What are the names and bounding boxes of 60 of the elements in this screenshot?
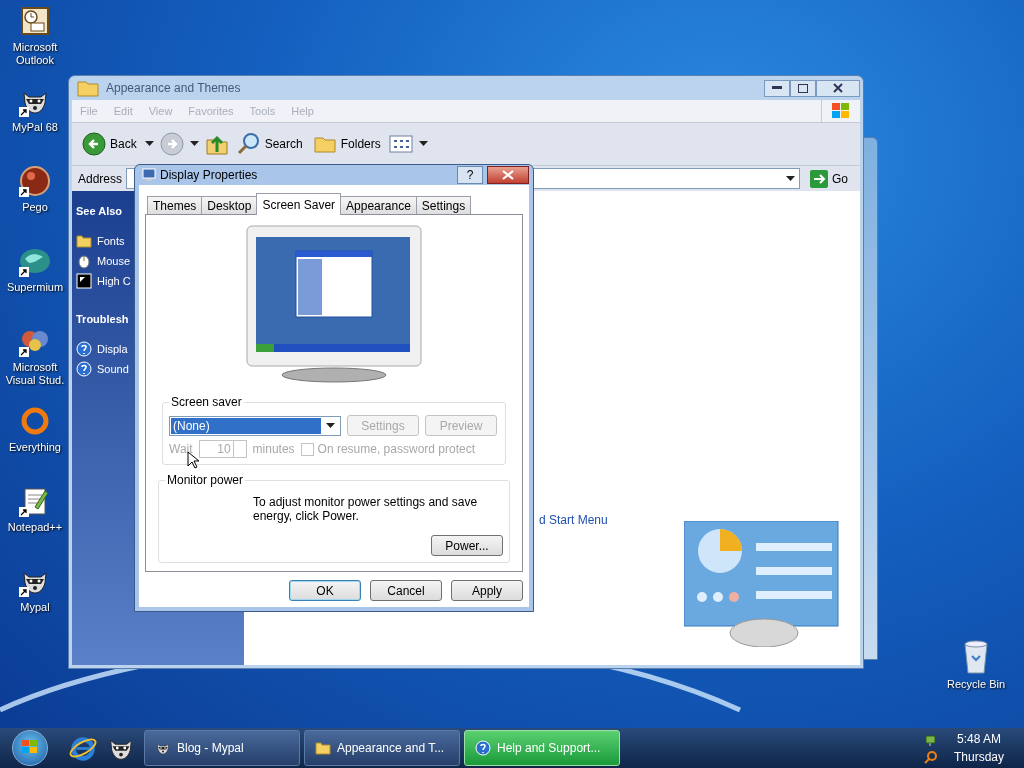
clock-day[interactable]: Thursday xyxy=(953,750,1004,764)
close-button[interactable] xyxy=(487,166,529,184)
start-button[interactable] xyxy=(12,730,48,766)
power-description: To adjust monitor power settings and save energy, click Power. xyxy=(253,495,479,523)
taskbar-button[interactable]: Appearance and T... xyxy=(304,730,460,766)
windows-logo-icon xyxy=(21,738,39,755)
desktop-icon-label[interactable]: Recycle Bin xyxy=(946,678,1006,691)
close-icon xyxy=(502,170,514,180)
help-icon xyxy=(475,740,491,756)
help-button[interactable]: ? xyxy=(457,166,483,184)
pane-heading: See Also xyxy=(76,205,124,217)
minutes-label: minutes xyxy=(252,442,295,456)
search-icon[interactable] xyxy=(923,749,938,764)
dialog-button[interactable]: Apply xyxy=(451,580,523,601)
tab[interactable]: Screen Saver xyxy=(256,193,342,215)
contrast-icon xyxy=(76,273,92,289)
window-title: Appearance and Themes xyxy=(106,81,242,95)
desktop-icon-label[interactable]: Mypal xyxy=(20,601,50,614)
caret-icon[interactable] xyxy=(786,175,795,182)
minimize-icon xyxy=(772,86,782,90)
maximize-icon xyxy=(798,83,808,93)
clock-time[interactable]: 5:48 AM xyxy=(953,732,1004,746)
caret-icon[interactable] xyxy=(325,422,335,429)
dialog-button[interactable]: OK xyxy=(289,580,361,601)
network-icon[interactable] xyxy=(923,732,938,747)
desktop-icon-label[interactable]: MyPal 68 xyxy=(12,121,58,134)
windows-logo-icon xyxy=(831,102,851,120)
screen-saver-dropdown[interactable]: (None) xyxy=(169,415,341,436)
desktop-icon-label[interactable]: Supermium xyxy=(6,281,64,294)
power-button[interactable]: Power... xyxy=(431,535,503,556)
desktop-icon-label[interactable]: Notepad++ xyxy=(7,521,63,534)
ring-icon xyxy=(19,405,51,437)
desktop-icon-label[interactable]: Microsoft Outlook xyxy=(3,41,67,67)
desktop-icon-label[interactable]: Everything xyxy=(9,441,61,454)
close-icon xyxy=(833,83,843,93)
dialog-title: Display Properties xyxy=(160,168,259,182)
mouse-cursor-icon xyxy=(187,451,199,469)
pane-heading: Troublesh xyxy=(76,313,129,325)
desktop-icon-label[interactable]: Pego xyxy=(22,201,48,214)
tab[interactable]: Desktop xyxy=(201,196,258,214)
clock-envelope-icon xyxy=(19,5,51,37)
trash-bin-icon xyxy=(961,640,991,674)
help-icon xyxy=(76,341,92,357)
wait-label: Wait xyxy=(169,442,193,456)
dialog-button[interactable]: Cancel xyxy=(370,580,442,601)
help-icon xyxy=(76,361,92,377)
tab[interactable]: Appearance xyxy=(340,196,417,214)
folder-icon xyxy=(76,233,92,249)
desktop-icon-label[interactable]: Microsoft Visual Stud. xyxy=(3,361,67,387)
group-label: Monitor power xyxy=(166,473,245,487)
mouse-icon xyxy=(76,253,92,269)
tab[interactable]: Settings xyxy=(415,196,472,214)
tab[interactable]: Themes xyxy=(147,196,203,214)
group-label: Screen saver xyxy=(170,395,243,409)
folder-icon xyxy=(315,740,331,756)
monitor-icon xyxy=(142,168,156,182)
taskbar-button[interactable]: Blog - Mypal xyxy=(144,730,300,766)
address-label: Address xyxy=(78,171,123,186)
search-icon[interactable] xyxy=(236,132,261,156)
raccoon-icon xyxy=(155,740,171,756)
